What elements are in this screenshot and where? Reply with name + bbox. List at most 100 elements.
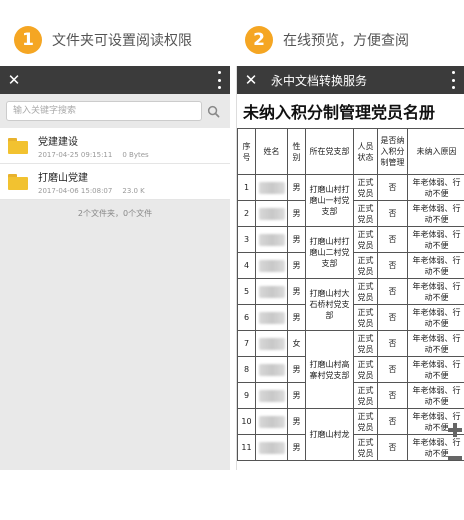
file-size: 0 Bytes bbox=[122, 150, 149, 159]
column-header: 性别 bbox=[287, 128, 306, 175]
redacted-name bbox=[255, 304, 288, 331]
column-header: 未纳入原因 bbox=[407, 128, 464, 175]
redacted-name bbox=[255, 278, 288, 305]
redacted-name bbox=[255, 252, 288, 279]
branch-cell: 打磨山村龙 bbox=[305, 408, 354, 461]
folder-icon bbox=[8, 173, 28, 190]
status-cell: 正式党员 bbox=[353, 226, 378, 253]
gender-cell: 男 bbox=[287, 434, 306, 461]
table-row: 7 女 打磨山村高寨村党支部 正式党员 否 年老体弱、行动不便 bbox=[237, 330, 464, 409]
column-header: 是否纳入积分制管理 bbox=[377, 128, 408, 175]
column-header: 人员状态 bbox=[353, 128, 378, 175]
file-size: 23.0 K bbox=[122, 186, 145, 195]
preview-title: 永中文档转换服务 bbox=[271, 73, 368, 88]
status-cell: 正式党员 bbox=[353, 200, 378, 227]
column-header: 序号 bbox=[237, 128, 256, 175]
close-icon[interactable]: ✕ bbox=[0, 71, 28, 89]
redacted-name bbox=[255, 434, 288, 461]
file-name: 党建建设 bbox=[38, 136, 78, 148]
search-input[interactable]: 输入关键字搜索 bbox=[6, 101, 202, 121]
step-1-text: 文件夹可设置阅读权限 bbox=[52, 33, 192, 49]
redacted-name bbox=[255, 226, 288, 253]
gender-cell: 男 bbox=[287, 356, 306, 383]
gender-cell: 男 bbox=[287, 226, 306, 253]
gender-cell: 男 bbox=[287, 174, 306, 201]
reason-cell: 年老体弱、行动不便 bbox=[407, 382, 464, 409]
included-cell: 否 bbox=[377, 278, 408, 305]
redacted-name bbox=[255, 408, 288, 435]
redacted-name bbox=[255, 330, 288, 357]
status-cell: 正式党员 bbox=[353, 356, 378, 383]
status-cell: 正式党员 bbox=[353, 304, 378, 331]
search-bar: 输入关键字搜索 bbox=[0, 94, 230, 128]
zoom-out-icon[interactable] bbox=[448, 450, 462, 464]
document-preview-screen: ✕ 永中文档转换服务 未纳入积分制管理党员名册 序号 姓名 性别 所在党支部 人… bbox=[236, 66, 464, 470]
reason-cell: 年老体弱、行动不便 bbox=[407, 278, 464, 305]
step-2: 2 在线预览，方便查阅 bbox=[245, 26, 409, 54]
branch-cell: 打磨山村打磨山二村党支部 bbox=[305, 226, 354, 279]
folder-icon bbox=[8, 137, 28, 154]
status-cell: 正式党员 bbox=[353, 330, 378, 357]
gender-cell: 男 bbox=[287, 382, 306, 409]
zoom-in-icon[interactable] bbox=[448, 422, 462, 437]
redacted-name bbox=[255, 174, 288, 201]
row-number: 1 bbox=[237, 174, 256, 201]
row-number: 4 bbox=[237, 252, 256, 279]
included-cell: 否 bbox=[377, 226, 408, 253]
gender-cell: 男 bbox=[287, 304, 306, 331]
status-cell: 正式党员 bbox=[353, 252, 378, 279]
row-number: 6 bbox=[237, 304, 256, 331]
file-browser-screen: ✕ 输入关键字搜索 党建建设 2017-04-25 09:15:11 0 Byte… bbox=[0, 66, 230, 470]
branch-cell: 打磨山村高寨村党支部 bbox=[305, 330, 354, 409]
step-1-number: 1 bbox=[14, 26, 42, 54]
status-cell: 正式党员 bbox=[353, 434, 378, 461]
preview-appbar: ✕ 永中文档转换服务 bbox=[237, 66, 464, 94]
reason-cell: 年老体弱、行动不便 bbox=[407, 226, 464, 253]
more-vert-icon[interactable] bbox=[448, 71, 458, 89]
step-1: 1 文件夹可设置阅读权限 bbox=[14, 26, 192, 54]
status-cell: 正式党员 bbox=[353, 408, 378, 435]
table-row: 3 男 打磨山村打磨山二村党支部 正式党员 否 年老体弱、行动不便 bbox=[237, 226, 464, 279]
table-row: 10 男 打磨山村龙 正式党员 否 年老体弱、行动不便 bbox=[237, 408, 464, 461]
gender-cell: 男 bbox=[287, 200, 306, 227]
more-vert-icon[interactable] bbox=[214, 71, 224, 89]
row-number: 11 bbox=[237, 434, 256, 461]
branch-cell: 打磨山村大石桥村党支部 bbox=[305, 278, 354, 331]
status-cell: 正式党员 bbox=[353, 278, 378, 305]
row-number: 7 bbox=[237, 330, 256, 357]
included-cell: 否 bbox=[377, 356, 408, 383]
file-name: 打磨山党建 bbox=[38, 172, 88, 184]
reason-cell: 年老体弱、行动不便 bbox=[407, 200, 464, 227]
file-browser-appbar: ✕ bbox=[0, 66, 230, 94]
row-number: 9 bbox=[237, 382, 256, 409]
search-icon[interactable] bbox=[202, 101, 224, 121]
redacted-name bbox=[255, 382, 288, 409]
reason-cell: 年老体弱、行动不便 bbox=[407, 252, 464, 279]
row-number: 10 bbox=[237, 408, 256, 435]
reason-cell: 年老体弱、行动不便 bbox=[407, 174, 464, 201]
row-number: 3 bbox=[237, 226, 256, 253]
table-row: 1 男 打磨山村打磨山一村党支部 正式党员 否 年老体弱、行动不便 bbox=[237, 174, 464, 227]
step-2-number: 2 bbox=[245, 26, 273, 54]
step-2-text: 在线预览，方便查阅 bbox=[283, 33, 409, 49]
close-icon[interactable]: ✕ bbox=[237, 71, 265, 89]
redacted-name bbox=[255, 200, 288, 227]
row-number: 2 bbox=[237, 200, 256, 227]
reason-cell: 年老体弱、行动不便 bbox=[407, 330, 464, 357]
table-row: 5 男 打磨山村大石桥村党支部 正式党员 否 年老体弱、行动不便 bbox=[237, 278, 464, 331]
column-header: 所在党支部 bbox=[305, 128, 354, 175]
included-cell: 否 bbox=[377, 434, 408, 461]
list-item[interactable]: 党建建设 2017-04-25 09:15:11 0 Bytes bbox=[0, 128, 230, 164]
redacted-name bbox=[255, 356, 288, 383]
reason-cell: 年老体弱、行动不便 bbox=[407, 356, 464, 383]
list-item[interactable]: 打磨山党建 2017-04-06 15:08:07 23.0 K bbox=[0, 164, 230, 200]
row-number: 8 bbox=[237, 356, 256, 383]
gender-cell: 男 bbox=[287, 252, 306, 279]
gender-cell: 男 bbox=[287, 408, 306, 435]
status-cell: 正式党员 bbox=[353, 174, 378, 201]
gender-cell: 男 bbox=[287, 278, 306, 305]
status-cell: 正式党员 bbox=[353, 382, 378, 409]
included-cell: 否 bbox=[377, 304, 408, 331]
included-cell: 否 bbox=[377, 174, 408, 201]
file-date: 2017-04-06 15:08:07 bbox=[38, 186, 113, 195]
